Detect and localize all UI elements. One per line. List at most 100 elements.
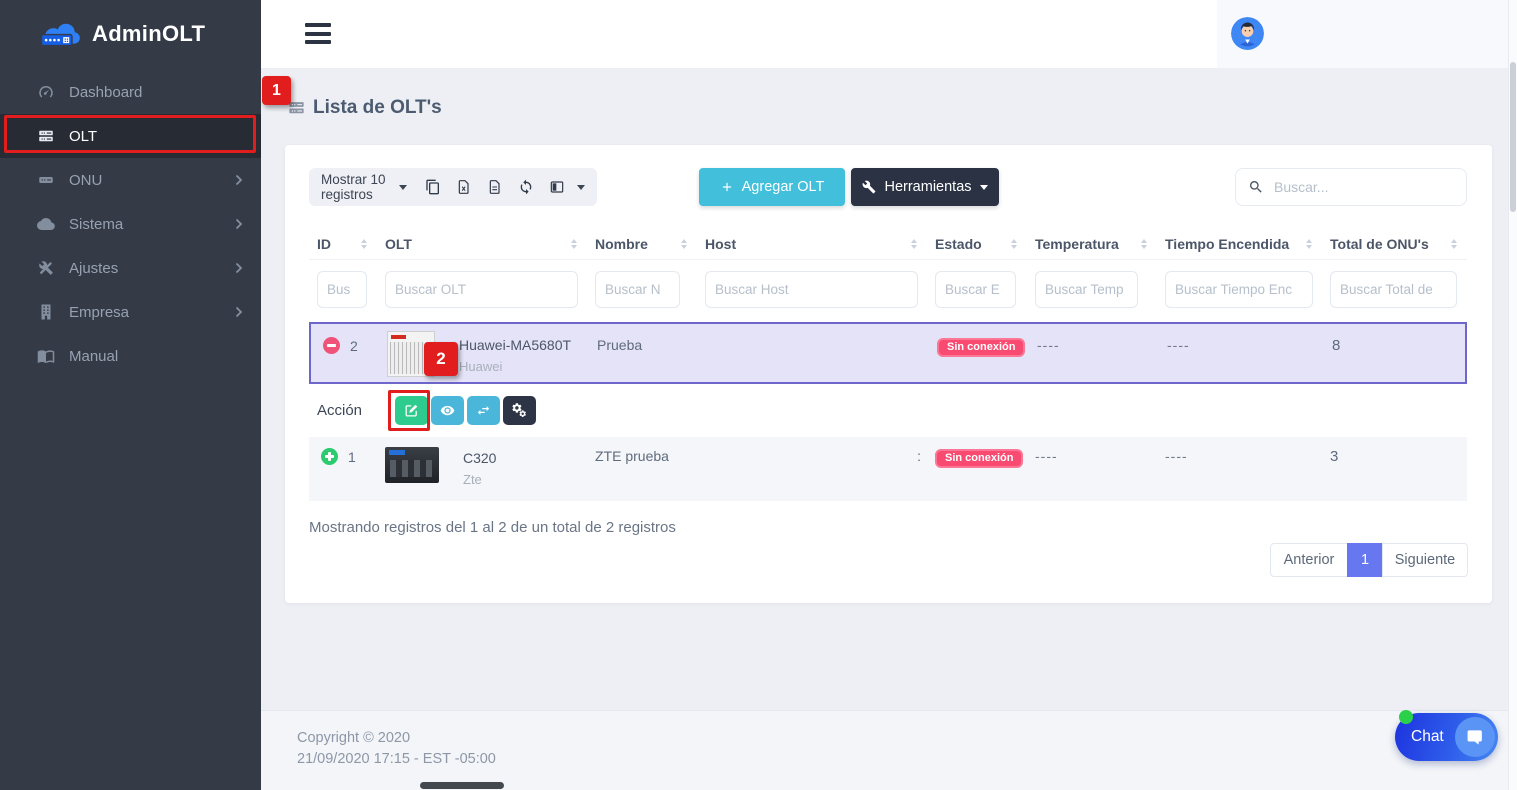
search-icon bbox=[1248, 179, 1264, 195]
expand-row-icon[interactable] bbox=[321, 448, 338, 465]
eye-icon bbox=[440, 403, 455, 418]
cell-host: : bbox=[697, 437, 927, 464]
table-toolbar: Mostrar 10 registros bbox=[309, 168, 597, 206]
filter-tiempo-input[interactable] bbox=[1165, 271, 1313, 308]
brand[interactable]: AdminOLT bbox=[0, 0, 261, 68]
table-row-huawei[interactable]: 2 Huawei-MA5680T Huawei Prueba Sin conex… bbox=[309, 322, 1467, 384]
transfer-olt-button[interactable] bbox=[467, 396, 500, 425]
filter-nombre-input[interactable] bbox=[595, 271, 680, 308]
device-icon bbox=[37, 171, 55, 189]
sidebar-item-sistema[interactable]: Sistema bbox=[0, 202, 261, 246]
table-info: Mostrando registros del 1 al 2 de un tot… bbox=[309, 519, 676, 536]
gauge-icon bbox=[37, 83, 55, 101]
copyright-text: Copyright © 2020 bbox=[297, 730, 410, 746]
view-olt-button[interactable] bbox=[431, 396, 464, 425]
column-header-olt[interactable]: OLT bbox=[377, 228, 587, 259]
export-buttons bbox=[425, 179, 585, 195]
sidebar-item-label: ONU bbox=[69, 172, 102, 189]
filter-temperatura-input[interactable] bbox=[1035, 271, 1138, 308]
page-title-text: Lista de OLT's bbox=[313, 97, 442, 119]
book-icon bbox=[37, 347, 55, 365]
column-header-total-onus[interactable]: Total de ONU's bbox=[1322, 228, 1467, 259]
filter-total-input[interactable] bbox=[1330, 271, 1457, 308]
table-header: ID OLT Nombre Host Estado Temperatura Ti… bbox=[309, 228, 1467, 260]
filter-id-input[interactable] bbox=[317, 271, 367, 308]
excel-export-button[interactable] bbox=[456, 179, 472, 195]
cell-nombre: ZTE prueba bbox=[587, 437, 697, 464]
cell-nombre: Prueba bbox=[589, 324, 699, 353]
column-header-id[interactable]: ID bbox=[309, 228, 377, 259]
filter-row bbox=[309, 267, 1467, 311]
copy-button[interactable] bbox=[425, 179, 441, 195]
cell-host bbox=[699, 324, 929, 337]
app-screen: AdminOLT Dashboard OLT ONU bbox=[0, 0, 1517, 790]
pagination-page-1[interactable]: 1 bbox=[1347, 543, 1383, 577]
sidebar-item-ajustes[interactable]: Ajustes bbox=[0, 246, 261, 290]
column-visibility-button[interactable] bbox=[549, 179, 585, 195]
pagination-previous[interactable]: Anterior bbox=[1270, 543, 1348, 577]
configure-olt-button[interactable] bbox=[503, 396, 536, 425]
cell-temperatura: ---- bbox=[1027, 437, 1157, 464]
file-export-button[interactable] bbox=[487, 179, 503, 195]
pagination: Anterior 1 Siguiente bbox=[1270, 543, 1468, 577]
pagination-next[interactable]: Siguiente bbox=[1382, 543, 1468, 577]
page-title: Lista de OLT's bbox=[287, 97, 442, 119]
filter-host-input[interactable] bbox=[705, 271, 918, 308]
wrench-icon bbox=[862, 180, 876, 194]
add-olt-button[interactable]: Agregar OLT bbox=[699, 168, 845, 206]
cell-temperatura: ---- bbox=[1029, 324, 1159, 353]
filter-estado-input[interactable] bbox=[935, 271, 1016, 308]
hamburger-menu-icon[interactable] bbox=[305, 23, 331, 45]
top-header bbox=[261, 0, 1509, 68]
vertical-scrollbar-thumb[interactable] bbox=[1510, 62, 1516, 212]
sidebar-item-dashboard[interactable]: Dashboard bbox=[0, 70, 261, 114]
sort-icon bbox=[1011, 239, 1017, 249]
user-avatar[interactable] bbox=[1231, 17, 1264, 50]
sidebar-item-label: Ajustes bbox=[69, 260, 118, 277]
search-input[interactable] bbox=[1274, 179, 1454, 195]
refresh-button[interactable] bbox=[518, 179, 534, 195]
sort-icon bbox=[911, 239, 917, 249]
sidebar-item-manual[interactable]: Manual bbox=[0, 334, 261, 378]
collapse-row-icon[interactable] bbox=[323, 337, 340, 354]
status-badge: Sin conexión bbox=[937, 338, 1025, 357]
plus-icon bbox=[720, 180, 734, 194]
footer: Copyright © 2020 21/09/2020 17:15 - EST … bbox=[261, 710, 1509, 790]
building-icon bbox=[37, 303, 55, 321]
sidebar-item-label: Empresa bbox=[69, 304, 129, 321]
tools-dropdown-button[interactable]: Herramientas bbox=[851, 168, 999, 206]
global-search bbox=[1235, 168, 1467, 206]
chevron-down-icon bbox=[399, 185, 407, 190]
column-header-tiempo[interactable]: Tiempo Encendida bbox=[1157, 228, 1322, 259]
horizontal-scrollbar-thumb[interactable] bbox=[420, 782, 504, 789]
column-header-nombre[interactable]: Nombre bbox=[587, 228, 697, 259]
column-header-temperatura[interactable]: Temperatura bbox=[1027, 228, 1157, 259]
cell-tiempo: ---- bbox=[1157, 437, 1322, 464]
add-olt-label: Agregar OLT bbox=[742, 179, 825, 195]
sidebar-item-onu[interactable]: ONU bbox=[0, 158, 261, 202]
gears-icon bbox=[512, 403, 527, 418]
sort-icon bbox=[1306, 239, 1312, 249]
brand-cloud-router-icon bbox=[36, 17, 84, 51]
online-status-dot bbox=[1399, 710, 1413, 724]
column-header-estado[interactable]: Estado bbox=[927, 228, 1027, 259]
chevron-down-icon bbox=[980, 185, 988, 190]
brand-name: AdminOLT bbox=[92, 21, 205, 47]
page-length-dropdown[interactable]: Mostrar 10 registros bbox=[321, 172, 407, 202]
table-row-zte[interactable]: 1 C320 Zte ZTE prueba : Sin conexión ---… bbox=[309, 437, 1467, 501]
olt-brand: Huawei bbox=[459, 359, 571, 374]
chat-label: Chat bbox=[1411, 728, 1444, 746]
columns-icon bbox=[549, 179, 565, 195]
vertical-scrollbar bbox=[1508, 0, 1517, 790]
sidebar-item-empresa[interactable]: Empresa bbox=[0, 290, 261, 334]
chevron-right-icon bbox=[235, 218, 243, 230]
olt-brand: Zte bbox=[463, 472, 496, 487]
filter-olt-input[interactable] bbox=[385, 271, 578, 308]
sort-icon bbox=[571, 239, 577, 249]
chevron-right-icon bbox=[235, 174, 243, 186]
column-header-host[interactable]: Host bbox=[697, 228, 927, 259]
zte-olt-image bbox=[385, 447, 439, 483]
swap-arrows-icon bbox=[476, 403, 491, 418]
speech-bubble-icon bbox=[1455, 717, 1495, 757]
cell-tiempo: ---- bbox=[1159, 324, 1324, 353]
